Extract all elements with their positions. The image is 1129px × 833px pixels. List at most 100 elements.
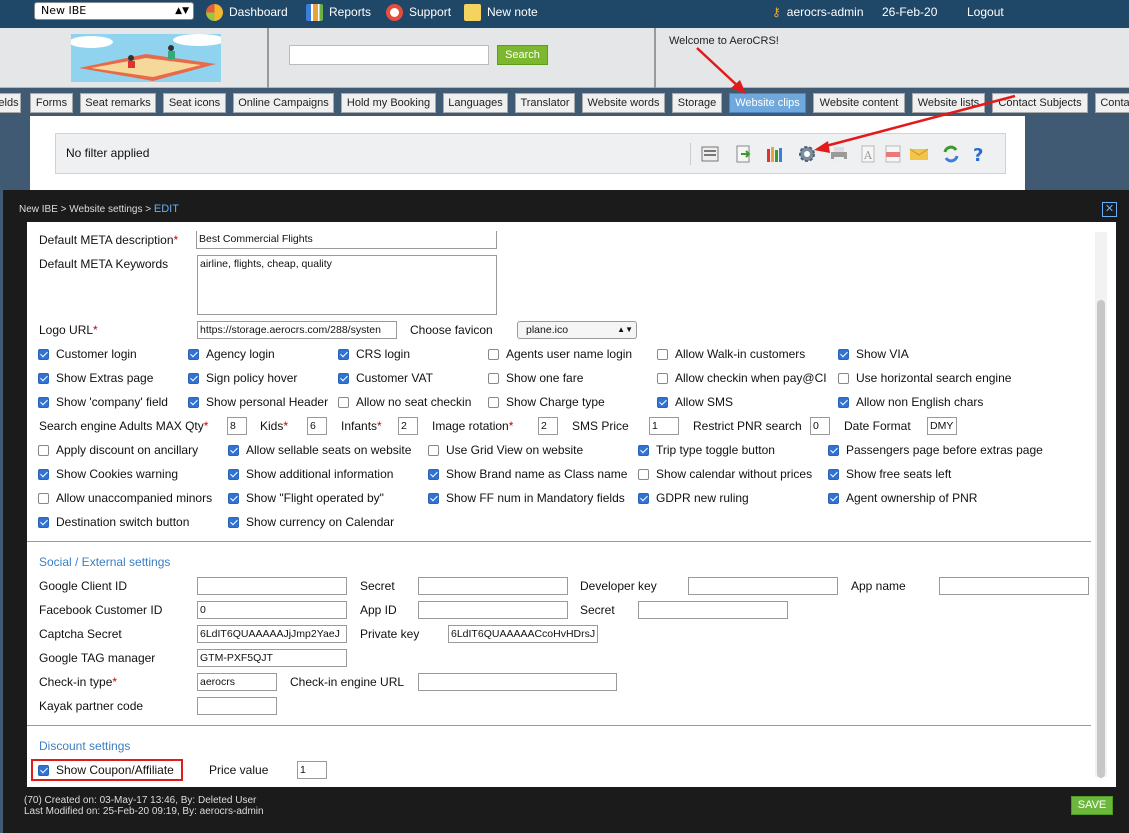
show-company-field-checkbox[interactable]	[38, 397, 49, 408]
customer-vat-checkbox[interactable]	[338, 373, 349, 384]
passengers-page-before-extras-page-checkbox[interactable]	[828, 445, 839, 456]
customer-login-checkbox[interactable]	[38, 349, 49, 360]
facebook-secret-input[interactable]	[638, 601, 788, 619]
text-icon[interactable]: A	[858, 144, 878, 164]
allow-no-seat-checkin-checkbox[interactable]	[338, 397, 349, 408]
save-button[interactable]: SAVE	[1071, 796, 1113, 815]
apply-discount-on-ancillary-checkbox[interactable]	[38, 445, 49, 456]
pdf-icon[interactable]	[883, 144, 903, 164]
scrollbar-thumb[interactable]	[1097, 300, 1105, 778]
crs-login-checkbox[interactable]	[338, 349, 349, 360]
print-icon[interactable]	[829, 144, 849, 164]
infants-input[interactable]: 2	[398, 417, 418, 435]
tab-storage[interactable]: Storage	[672, 93, 722, 113]
developer-key-input[interactable]	[688, 577, 838, 595]
sign-policy-hover-checkbox[interactable]	[188, 373, 199, 384]
show-extras-page-checkbox[interactable]	[38, 373, 49, 384]
captcha-secret-input[interactable]: 6LdIT6QUAAAAAJjJmp2YaeJ	[197, 625, 347, 643]
close-icon[interactable]: ✕	[1102, 202, 1117, 217]
tab-seat-icons[interactable]: Seat icons	[163, 93, 226, 113]
secret-input[interactable]	[418, 577, 568, 595]
show-brand-name-as-class-name-label: Show Brand name as Class name	[446, 467, 628, 481]
show-one-fare-checkbox[interactable]	[488, 373, 499, 384]
tab-website-content[interactable]: Website content	[813, 93, 905, 113]
show-brand-name-as-class-name-checkbox[interactable]	[428, 469, 439, 480]
user-menu[interactable]: ⚷ aerocrs-admin	[772, 3, 864, 21]
sms-price-input[interactable]: 1	[649, 417, 679, 435]
tab-contact-subjects[interactable]: Contact Subjects	[992, 93, 1088, 113]
toolbar-divider	[690, 143, 691, 165]
new-note-link[interactable]: New note	[464, 3, 538, 21]
allow-checkin-when-pay-ci-checkbox[interactable]	[657, 373, 668, 384]
checkin-type-input[interactable]: aerocrs	[197, 673, 277, 691]
settings-gear-icon[interactable]	[797, 144, 817, 164]
reports-link[interactable]: Reports	[306, 3, 371, 21]
logout-link[interactable]: Logout	[967, 3, 1004, 21]
show-cookies-warning-checkbox[interactable]	[38, 469, 49, 480]
app-name-input[interactable]	[939, 577, 1089, 595]
agent-ownership-of-pnr-checkbox[interactable]	[828, 493, 839, 504]
email-icon[interactable]	[909, 144, 929, 164]
kayak-input[interactable]	[197, 697, 277, 715]
report-icon[interactable]	[700, 144, 720, 164]
export-icon[interactable]	[733, 144, 753, 164]
show-currency-on-calendar-checkbox[interactable]	[228, 517, 239, 528]
use-grid-view-on-website-checkbox[interactable]	[428, 445, 439, 456]
search-button[interactable]: Search	[497, 45, 548, 65]
allow-walk-in-customers-checkbox[interactable]	[657, 349, 668, 360]
tab-seat-remarks[interactable]: Seat remarks	[80, 93, 156, 113]
tab-website-lists[interactable]: Website lists	[912, 93, 985, 113]
use-horizontal-search-engine-checkbox[interactable]	[838, 373, 849, 384]
facebook-id-input[interactable]: 0	[197, 601, 347, 619]
tab-contact[interactable]: Conta	[1095, 93, 1129, 113]
meta-keywords-textarea[interactable]: airline, flights, cheap, quality	[197, 255, 497, 315]
private-key-input[interactable]: 6LdIT6QUAAAAACcoHvHDrsJ	[448, 625, 598, 643]
checkin-url-input[interactable]	[418, 673, 617, 691]
agents-user-name-login-checkbox[interactable]	[488, 349, 499, 360]
tab-hold-my-booking[interactable]: Hold my Booking	[341, 93, 436, 113]
allow-non-english-chars-checkbox[interactable]	[838, 397, 849, 408]
tab-languages[interactable]: Languages	[443, 93, 508, 113]
show-free-seats-left-checkbox[interactable]	[828, 469, 839, 480]
logo-url-input[interactable]: https://storage.aerocrs.com/288/systen	[197, 321, 397, 339]
tab-translator[interactable]: Translator	[515, 93, 575, 113]
allow-sms-checkbox[interactable]	[657, 397, 668, 408]
kids-input[interactable]: 6	[307, 417, 327, 435]
help-icon[interactable]: ?	[969, 144, 989, 164]
tab-website-words[interactable]: Website words	[582, 93, 665, 113]
columns-icon[interactable]	[764, 144, 784, 164]
image-rotation-input[interactable]: 2	[538, 417, 558, 435]
allow-unaccompanied-minors-checkbox[interactable]	[38, 493, 49, 504]
show-charge-type-checkbox[interactable]	[488, 397, 499, 408]
search-input[interactable]	[289, 45, 489, 65]
trip-type-toggle-button-label: Trip type toggle button	[656, 443, 775, 457]
gdpr-new-ruling-checkbox[interactable]	[638, 493, 649, 504]
favicon-select[interactable]: plane.ico ▲▼	[517, 321, 637, 339]
allow-sellable-seats-on-website-checkbox[interactable]	[228, 445, 239, 456]
tab-online-campaigns[interactable]: Online Campaigns	[233, 93, 334, 113]
app-id-input[interactable]	[418, 601, 568, 619]
restrict-pnr-input[interactable]: 0	[810, 417, 830, 435]
tab-forms[interactable]: Forms	[30, 93, 73, 113]
support-link[interactable]: Support	[386, 3, 451, 21]
date-format-input[interactable]: DMY	[927, 417, 957, 435]
tab-fields[interactable]: elds	[0, 93, 21, 113]
show-calendar-without-prices-checkbox[interactable]	[638, 469, 649, 480]
agency-login-checkbox[interactable]	[188, 349, 199, 360]
show-ff-num-in-mandatory-fields-checkbox[interactable]	[428, 493, 439, 504]
refresh-icon[interactable]	[941, 144, 961, 164]
meta-description-input[interactable]: Best Commercial Flights	[196, 231, 497, 249]
show-additional-information-checkbox[interactable]	[228, 469, 239, 480]
dashboard-link[interactable]: Dashboard	[206, 3, 288, 21]
tab-website-clips[interactable]: Website clips	[729, 93, 806, 113]
show-via-checkbox[interactable]	[838, 349, 849, 360]
destination-switch-button-checkbox[interactable]	[38, 517, 49, 528]
price-value-input[interactable]: 1	[297, 761, 327, 779]
show-flight-operated-by-checkbox[interactable]	[228, 493, 239, 504]
google-client-input[interactable]	[197, 577, 347, 595]
ibe-select[interactable]: New IBE ▲▼	[34, 2, 194, 20]
show-personal-header-checkbox[interactable]	[188, 397, 199, 408]
trip-type-toggle-button-checkbox[interactable]	[638, 445, 649, 456]
gtm-input[interactable]: GTM-PXF5QJT	[197, 649, 347, 667]
adults-max-input[interactable]: 8	[227, 417, 247, 435]
